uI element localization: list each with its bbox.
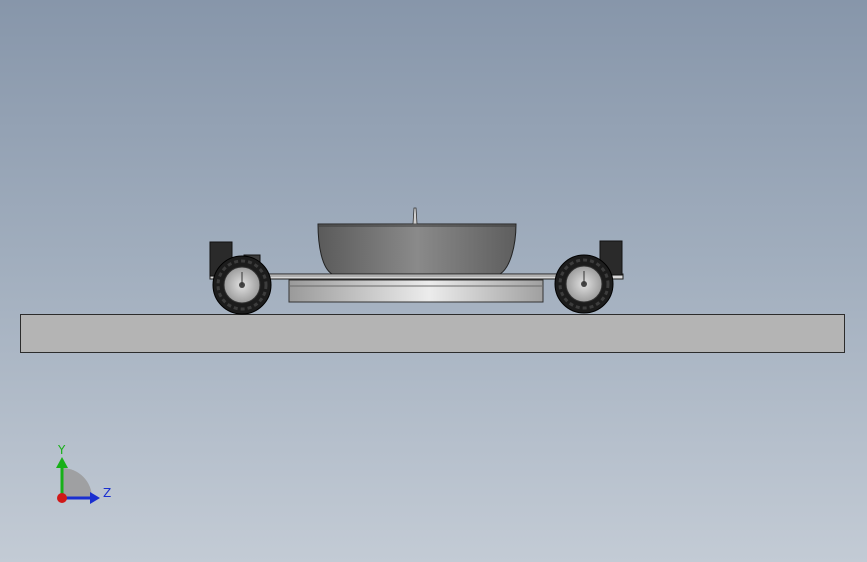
y-axis-label: Y xyxy=(57,443,66,457)
z-axis-label: Z xyxy=(103,486,111,500)
graphics-viewport[interactable]: Y Z xyxy=(0,0,867,562)
x-axis-origin-icon xyxy=(57,493,67,503)
bowl-body[interactable] xyxy=(317,223,517,275)
turntable-platform[interactable] xyxy=(288,279,544,303)
antenna[interactable] xyxy=(412,207,418,225)
left-wheel[interactable] xyxy=(212,255,272,315)
triad-quadrant xyxy=(62,468,92,498)
right-wheel[interactable] xyxy=(554,254,614,314)
orientation-triad[interactable]: Y Z xyxy=(40,440,130,520)
cart-model[interactable] xyxy=(0,0,867,562)
